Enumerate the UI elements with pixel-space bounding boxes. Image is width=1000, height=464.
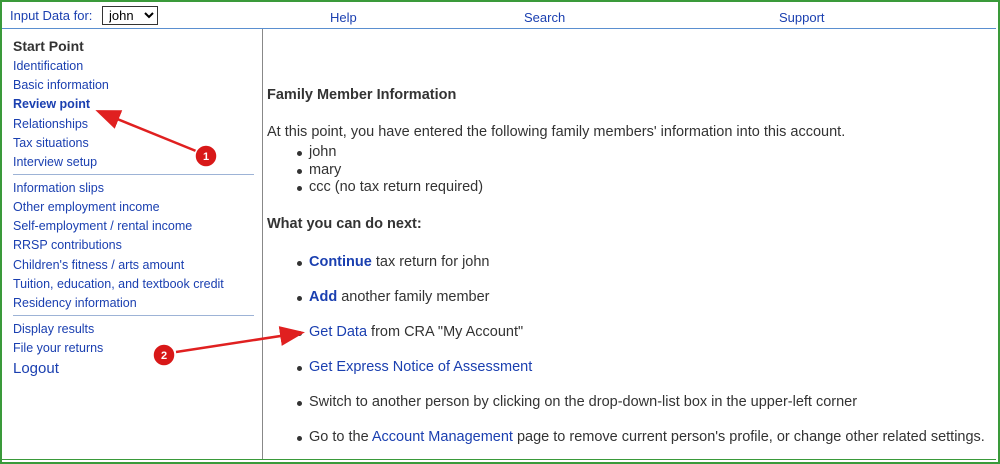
sidebar: Start Point Identification Basic informa… xyxy=(2,29,263,459)
bullet xyxy=(297,151,302,156)
action-get-data: Get Data from CRA "My Account" xyxy=(309,324,523,340)
continue-link[interactable]: Continue xyxy=(309,254,372,270)
sidebar-heading: Start Point xyxy=(13,38,84,54)
sidebar-item-relationships[interactable]: Relationships xyxy=(13,117,88,131)
person-select[interactable]: john xyxy=(102,6,158,25)
continue-text: tax return for john xyxy=(371,254,490,270)
goto-rest-text: page to remove current person's profile,… xyxy=(512,429,985,445)
express-noa-link[interactable]: Get Express Notice of Assessment xyxy=(309,359,532,375)
member-item: ccc (no tax return required) xyxy=(309,179,484,195)
action-account-management: Go to the Account Management page to rem… xyxy=(309,429,985,445)
search-link[interactable]: Search xyxy=(524,10,565,25)
action-continue: Continue tax return for john xyxy=(309,254,490,270)
main-content: Family Member Information At this point,… xyxy=(267,29,997,459)
support-link[interactable]: Support xyxy=(779,10,825,25)
logout-link[interactable]: Logout xyxy=(13,360,59,377)
sidebar-item-tax-situations[interactable]: Tax situations xyxy=(13,136,89,150)
page-title: Family Member Information xyxy=(267,87,457,103)
sidebar-item-interview-setup[interactable]: Interview setup xyxy=(13,155,97,169)
add-member-link[interactable]: Add xyxy=(309,289,337,305)
help-link[interactable]: Help xyxy=(330,10,357,25)
intro-text: At this point, you have entered the foll… xyxy=(267,124,846,140)
sidebar-item-self-employment[interactable]: Self-employment / rental income xyxy=(13,219,192,233)
next-steps-heading: What you can do next: xyxy=(267,216,422,232)
sidebar-item-display-results[interactable]: Display results xyxy=(13,322,94,336)
bullet xyxy=(297,296,302,301)
get-data-text: from CRA "My Account" xyxy=(367,324,524,340)
bullet xyxy=(297,331,302,336)
sidebar-item-tuition[interactable]: Tuition, education, and textbook credit xyxy=(13,277,224,291)
sidebar-item-other-employment-income[interactable]: Other employment income xyxy=(13,200,160,214)
account-management-link[interactable]: Account Management xyxy=(372,429,513,445)
sidebar-divider xyxy=(13,174,254,175)
bullet xyxy=(297,261,302,266)
member-item: john xyxy=(309,144,337,160)
get-data-link[interactable]: Get Data xyxy=(309,324,367,340)
add-text: another family member xyxy=(337,289,490,305)
sidebar-item-review-point[interactable]: Review point xyxy=(13,97,90,111)
sidebar-item-residency[interactable]: Residency information xyxy=(13,296,137,310)
bottom-border xyxy=(2,459,996,460)
sidebar-item-identification[interactable]: Identification xyxy=(13,59,83,73)
action-add: Add another family member xyxy=(309,289,490,305)
sidebar-item-rrsp-contributions[interactable]: RRSP contributions xyxy=(13,238,122,252)
bullet xyxy=(297,401,302,406)
input-data-label: Input Data for: xyxy=(10,8,93,23)
top-bar: Input Data for: john Help Search Support xyxy=(2,2,996,29)
action-express-noa: Get Express Notice of Assessment xyxy=(309,359,532,375)
sidebar-item-information-slips[interactable]: Information slips xyxy=(13,181,104,195)
member-item: mary xyxy=(309,162,342,178)
bullet xyxy=(297,169,302,174)
sidebar-item-basic-information[interactable]: Basic information xyxy=(13,78,109,92)
sidebar-item-childrens-fitness[interactable]: Children's fitness / arts amount xyxy=(13,258,184,272)
bullet xyxy=(297,186,302,191)
sidebar-divider xyxy=(13,315,254,316)
switch-person-text: Switch to another person by clicking on … xyxy=(309,394,858,410)
bullet xyxy=(297,436,302,441)
sidebar-item-file-returns[interactable]: File your returns xyxy=(13,341,103,355)
bullet xyxy=(297,366,302,371)
goto-text: Go to the xyxy=(309,429,372,445)
